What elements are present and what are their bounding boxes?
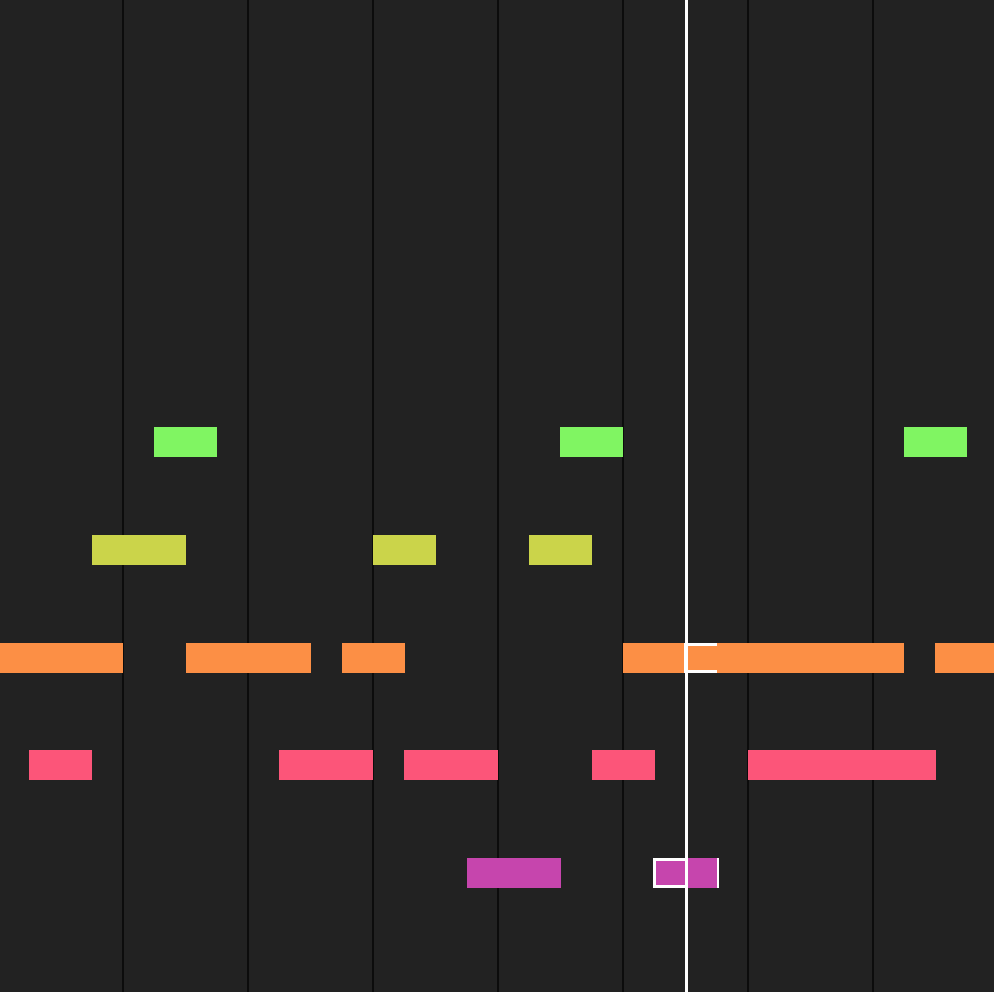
beat-line bbox=[372, 0, 374, 992]
note-green[interactable] bbox=[560, 427, 623, 457]
note-orange[interactable] bbox=[623, 643, 685, 673]
playhead[interactable] bbox=[685, 0, 688, 992]
note-magenta[interactable] bbox=[498, 858, 561, 888]
beat-line bbox=[872, 0, 874, 992]
note-orange[interactable] bbox=[717, 643, 779, 673]
note-orange[interactable] bbox=[248, 643, 311, 673]
note-pink[interactable] bbox=[592, 750, 655, 780]
note-magenta[interactable] bbox=[688, 858, 717, 888]
note-orange[interactable] bbox=[841, 643, 904, 673]
beat-line bbox=[747, 0, 749, 992]
note-green[interactable] bbox=[904, 427, 967, 457]
note-yellow[interactable] bbox=[373, 535, 436, 565]
beat-line bbox=[247, 0, 249, 992]
note-orange[interactable] bbox=[935, 643, 994, 673]
note-pink[interactable] bbox=[810, 750, 873, 780]
note-orange[interactable] bbox=[61, 643, 123, 673]
beat-line bbox=[122, 0, 124, 992]
note-green[interactable] bbox=[154, 427, 217, 457]
note-pink[interactable] bbox=[748, 750, 811, 780]
note-highway bbox=[0, 0, 994, 992]
note-yellow[interactable] bbox=[92, 535, 186, 565]
note-pink[interactable] bbox=[435, 750, 498, 780]
note-pink[interactable] bbox=[873, 750, 936, 780]
note-orange[interactable] bbox=[779, 643, 842, 673]
beat-line bbox=[497, 0, 499, 992]
note-orange[interactable] bbox=[0, 643, 62, 673]
note-pink[interactable] bbox=[29, 750, 92, 780]
note-orange[interactable] bbox=[342, 643, 405, 673]
note-yellow[interactable] bbox=[529, 535, 592, 565]
note-pink[interactable] bbox=[310, 750, 373, 780]
beat-line bbox=[622, 0, 624, 992]
